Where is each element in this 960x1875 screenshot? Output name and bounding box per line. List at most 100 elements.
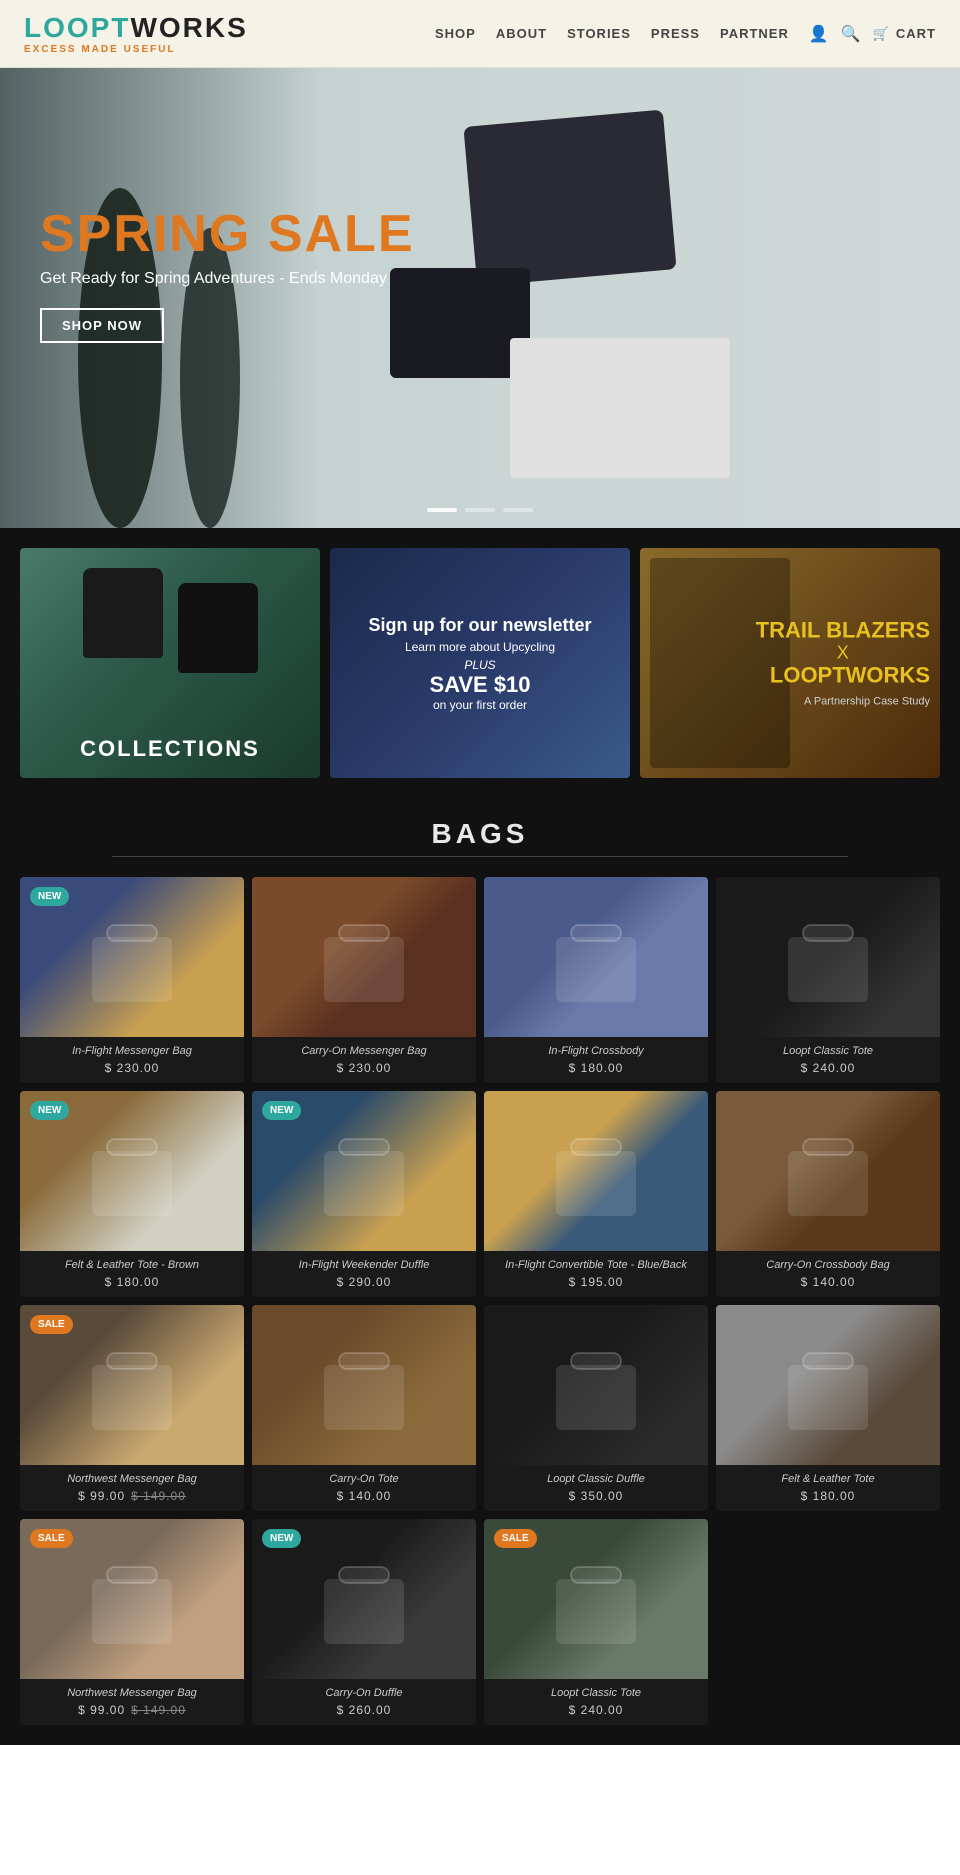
bag-icon bbox=[768, 897, 888, 1017]
product-price: $ 240.00 bbox=[492, 1703, 700, 1717]
product-price-main: $ 140.00 bbox=[337, 1489, 392, 1503]
product-name: In-Flight Convertible Tote - Blue/Back bbox=[492, 1259, 700, 1271]
product-price: $ 350.00 bbox=[492, 1489, 700, 1503]
cart-button[interactable]: 🛒 CART bbox=[873, 26, 936, 42]
product-image bbox=[716, 1305, 940, 1465]
newsletter-first: on your first order bbox=[368, 698, 591, 712]
product-price-main: $ 180.00 bbox=[105, 1275, 160, 1289]
hero-dot-1[interactable] bbox=[427, 508, 457, 512]
product-price-main: $ 140.00 bbox=[801, 1275, 856, 1289]
nav-stories[interactable]: STORIES bbox=[567, 26, 631, 41]
user-icon[interactable]: 👤 bbox=[809, 24, 829, 44]
product-card[interactable]: Loopt Classic Duffle $ 350.00 bbox=[484, 1305, 708, 1511]
product-name: Carry-On Duffle bbox=[260, 1687, 468, 1699]
product-info: In-Flight Convertible Tote - Blue/Back $… bbox=[484, 1251, 708, 1297]
product-card[interactable]: NEW Felt & Leather Tote - Brown $ 180.00 bbox=[20, 1091, 244, 1297]
product-badge: NEW bbox=[30, 887, 69, 906]
product-card[interactable]: NEW In-Flight Messenger Bag $ 230.00 bbox=[20, 877, 244, 1083]
product-price-main: $ 240.00 bbox=[801, 1061, 856, 1075]
product-card[interactable]: In-Flight Convertible Tote - Blue/Back $… bbox=[484, 1091, 708, 1297]
trailblazer-label: TRAIL BLAZERS X LOOPTWORKS A Partnership… bbox=[756, 618, 930, 707]
product-info: Felt & Leather Tote $ 180.00 bbox=[716, 1465, 940, 1511]
nav-shop[interactable]: SHOP bbox=[435, 26, 476, 41]
product-card[interactable]: SALE Northwest Messenger Bag $ 99.00$ 14… bbox=[20, 1305, 244, 1511]
product-card[interactable]: In-Flight Crossbody $ 180.00 bbox=[484, 877, 708, 1083]
newsletter-sub: Learn more about Upcycling bbox=[368, 640, 591, 654]
product-card[interactable]: Carry-On Messenger Bag $ 230.00 bbox=[252, 877, 476, 1083]
newsletter-headline: Sign up for our newsletter bbox=[368, 615, 591, 636]
logo-tagline: EXCESS MADE USEFUL bbox=[24, 44, 248, 55]
promo-trailblazer[interactable]: TRAIL BLAZERS X LOOPTWORKS A Partnership… bbox=[640, 548, 940, 778]
product-info: Carry-On Duffle $ 260.00 bbox=[252, 1679, 476, 1725]
product-info: Carry-On Crossbody Bag $ 140.00 bbox=[716, 1251, 940, 1297]
product-name: Loopt Classic Duffle bbox=[492, 1473, 700, 1485]
bag-icon bbox=[536, 1325, 656, 1445]
product-name: Loopt Classic Tote bbox=[492, 1687, 700, 1699]
product-name: In-Flight Messenger Bag bbox=[28, 1045, 236, 1057]
hero-dot-2[interactable] bbox=[465, 508, 495, 512]
hero-sale-title: SPRING SALE bbox=[40, 208, 415, 260]
product-image bbox=[716, 877, 940, 1037]
nav-partner[interactable]: PARTNER bbox=[720, 26, 789, 41]
product-price-main: $ 230.00 bbox=[105, 1061, 160, 1075]
product-price: $ 230.00 bbox=[28, 1061, 236, 1075]
product-card[interactable]: NEW In-Flight Weekender Duffle $ 290.00 bbox=[252, 1091, 476, 1297]
product-badge: SALE bbox=[30, 1529, 73, 1548]
product-badge: SALE bbox=[30, 1315, 73, 1334]
product-info: Northwest Messenger Bag $ 99.00$ 149.00 bbox=[20, 1679, 244, 1725]
logo-text: LOOPTWORKS bbox=[24, 12, 248, 44]
product-price-main: $ 195.00 bbox=[569, 1275, 624, 1289]
product-info: In-Flight Crossbody $ 180.00 bbox=[484, 1037, 708, 1083]
product-card[interactable]: Carry-On Tote $ 140.00 bbox=[252, 1305, 476, 1511]
search-icon[interactable]: 🔍 bbox=[841, 24, 861, 44]
products-grid: NEW In-Flight Messenger Bag $ 230.00 bbox=[20, 877, 940, 1725]
product-price: $ 230.00 bbox=[260, 1061, 468, 1075]
bag-icon bbox=[72, 1111, 192, 1231]
hero-dot-3[interactable] bbox=[503, 508, 533, 512]
product-price-main: $ 240.00 bbox=[569, 1703, 624, 1717]
product-badge: NEW bbox=[262, 1529, 301, 1548]
product-price-main: $ 290.00 bbox=[337, 1275, 392, 1289]
collections-text: COLLECTIONS bbox=[80, 736, 260, 761]
product-name: Carry-On Crossbody Bag bbox=[724, 1259, 932, 1271]
product-price: $ 140.00 bbox=[724, 1275, 932, 1289]
product-name: Northwest Messenger Bag bbox=[28, 1687, 236, 1699]
product-badge: NEW bbox=[30, 1101, 69, 1120]
product-image bbox=[484, 1305, 708, 1465]
product-card[interactable]: Carry-On Crossbody Bag $ 140.00 bbox=[716, 1091, 940, 1297]
product-price: $ 290.00 bbox=[260, 1275, 468, 1289]
product-image bbox=[252, 877, 476, 1037]
trail-line3: LOOPTWORKS bbox=[756, 664, 930, 688]
trail-line1: TRAIL BLAZERS bbox=[756, 618, 930, 642]
promo-collections[interactable]: COLLECTIONS bbox=[20, 548, 320, 778]
flatlay-bag1 bbox=[463, 110, 676, 287]
product-price: $ 195.00 bbox=[492, 1275, 700, 1289]
product-info: Felt & Leather Tote - Brown $ 180.00 bbox=[20, 1251, 244, 1297]
product-price-original: $ 149.00 bbox=[131, 1703, 186, 1717]
logo-works: WORKS bbox=[130, 12, 247, 43]
promo-newsletter[interactable]: Sign up for our newsletter Learn more ab… bbox=[330, 548, 630, 778]
product-card[interactable]: SALE Loopt Classic Tote $ 240.00 bbox=[484, 1519, 708, 1725]
product-card[interactable]: NEW Carry-On Duffle $ 260.00 bbox=[252, 1519, 476, 1725]
product-price-main: $ 180.00 bbox=[569, 1061, 624, 1075]
logo[interactable]: LOOPTWORKS EXCESS MADE USEFUL bbox=[24, 12, 248, 55]
hero-banner: SPRING SALE Get Ready for Spring Adventu… bbox=[0, 68, 960, 528]
flatlay-laptop bbox=[510, 338, 730, 478]
nav-about[interactable]: ABOUT bbox=[496, 26, 547, 41]
hero-cta-button[interactable]: SHOP NOW bbox=[40, 308, 164, 343]
product-name: Loopt Classic Tote bbox=[724, 1045, 932, 1057]
hero-products bbox=[380, 68, 960, 528]
product-name: Carry-On Tote bbox=[260, 1473, 468, 1485]
bag-icon bbox=[536, 897, 656, 1017]
bag-icon bbox=[536, 1111, 656, 1231]
product-card[interactable]: Loopt Classic Tote $ 240.00 bbox=[716, 877, 940, 1083]
main-nav: SHOP ABOUT STORIES PRESS PARTNER 👤 🔍 🛒 C… bbox=[435, 24, 936, 44]
product-info: Carry-On Tote $ 140.00 bbox=[252, 1465, 476, 1511]
product-card[interactable]: SALE Northwest Messenger Bag $ 99.00$ 14… bbox=[20, 1519, 244, 1725]
header: LOOPTWORKS EXCESS MADE USEFUL SHOP ABOUT… bbox=[0, 0, 960, 68]
product-info: In-Flight Messenger Bag $ 230.00 bbox=[20, 1037, 244, 1083]
product-card[interactable]: Felt & Leather Tote $ 180.00 bbox=[716, 1305, 940, 1511]
nav-press[interactable]: PRESS bbox=[651, 26, 700, 41]
collection-bag1 bbox=[83, 568, 163, 658]
cart-icon: 🛒 bbox=[873, 26, 890, 42]
